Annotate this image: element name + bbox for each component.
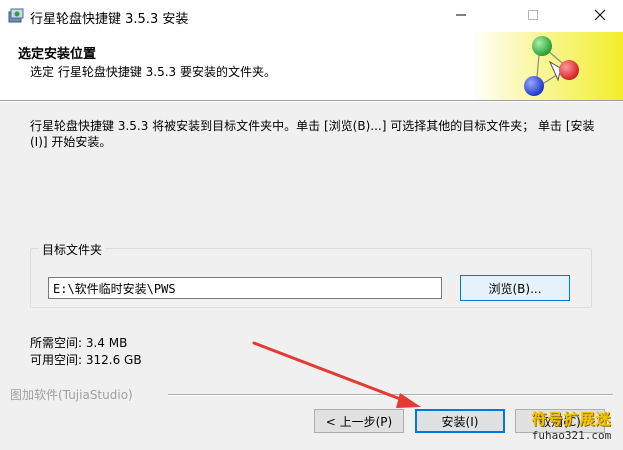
title-bar: 行星轮盘快捷键 3.5.3 安装 bbox=[0, 0, 623, 32]
watermark: 符号扩展迷 fuhao321.com bbox=[520, 408, 623, 450]
brand-label: 图加软件(TujiaStudio) bbox=[10, 388, 133, 402]
window-title: 行星轮盘快捷键 3.5.3 安装 bbox=[30, 12, 189, 27]
planet-wheel-logo-icon bbox=[470, 32, 623, 100]
watermark-url: fuhao321.com bbox=[531, 429, 612, 442]
destination-group-label: 目标文件夹 bbox=[39, 241, 106, 258]
page-header: 选定安装位置 选定 行星轮盘快捷键 3.5.3 要安装的文件夹。 bbox=[0, 32, 623, 100]
close-icon bbox=[594, 9, 606, 24]
page-title: 选定安装位置 bbox=[18, 47, 97, 62]
maximize-icon bbox=[527, 9, 539, 24]
watermark-title: 符号扩展迷 bbox=[531, 410, 612, 428]
install-description: 行星轮盘快捷键 3.5.3 将被安装到目标文件夹中。单击 [浏览(B)...] … bbox=[30, 119, 595, 149]
minimize-button[interactable] bbox=[438, 0, 484, 32]
browse-button[interactable]: 浏览(B)... bbox=[460, 275, 570, 301]
close-button[interactable] bbox=[577, 0, 623, 32]
back-button[interactable]: < 上一步(P) bbox=[314, 409, 404, 433]
destination-path-input[interactable] bbox=[48, 277, 442, 299]
minimize-icon bbox=[455, 9, 467, 24]
content-area: 行星轮盘快捷键 3.5.3 将被安装到目标文件夹中。单击 [浏览(B)...] … bbox=[0, 102, 623, 450]
maximize-button bbox=[510, 0, 556, 32]
space-available: 可用空间: 312.6 GB bbox=[30, 353, 142, 367]
destination-group: 目标文件夹 浏览(B)... bbox=[30, 241, 592, 308]
space-required: 所需空间: 3.4 MB bbox=[30, 336, 128, 350]
brand-row: 图加软件(TujiaStudio) bbox=[0, 385, 623, 402]
page-subtitle: 选定 行星轮盘快捷键 3.5.3 要安装的文件夹。 bbox=[30, 65, 276, 79]
brand-divider bbox=[168, 394, 613, 396]
installer-icon bbox=[8, 8, 24, 24]
install-button[interactable]: 安装(I) bbox=[415, 409, 505, 433]
